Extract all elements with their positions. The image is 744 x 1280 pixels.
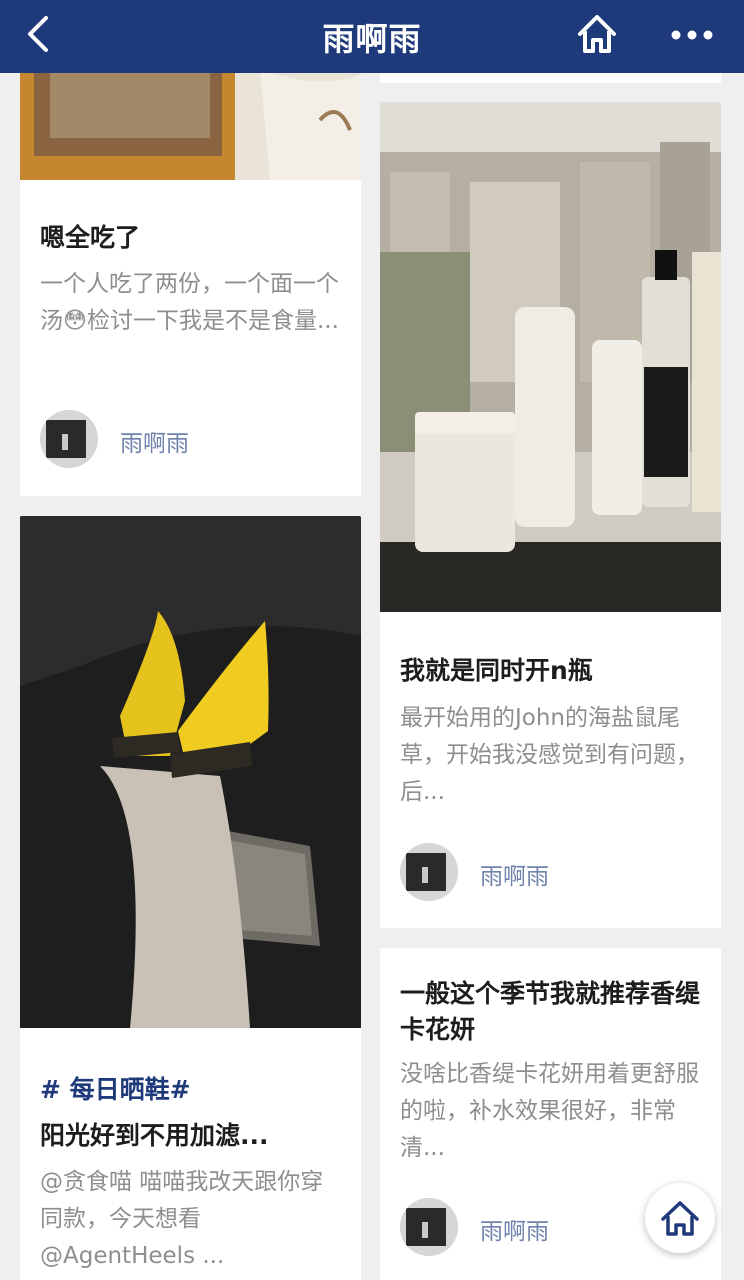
post-image[interactable] <box>380 102 721 612</box>
more-button[interactable] <box>668 20 716 50</box>
author-name: 雨啊雨 <box>120 431 189 457</box>
post-author[interactable]: 雨啊雨 <box>40 410 340 470</box>
post-card[interactable]: # 每日晒鞋# 阳光好到不用加滤... @贪食喵 喵喵我改天跟你穿同款，今天想看… <box>20 516 361 1280</box>
post-title: 阳光好到不用加滤... <box>40 1121 269 1150</box>
post-excerpt: 一个人吃了两份，一个面一个汤😳检讨一下我是不是食量... <box>40 271 339 334</box>
home-icon <box>661 1201 699 1236</box>
avatar[interactable] <box>40 410 98 468</box>
post-title: 嗯全吃了 <box>40 223 141 252</box>
post-title: 我就是同时开n瓶 <box>400 656 593 685</box>
author-name: 雨啊雨 <box>480 1219 549 1245</box>
page-title: 雨啊雨 <box>322 20 422 58</box>
home-icon <box>578 15 616 53</box>
post-excerpt: @贪食喵 喵喵我改天跟你穿同款，今天想看@AgentHeels ... <box>40 1169 324 1269</box>
top-nav-bar: 雨啊雨 <box>0 0 744 73</box>
post-card[interactable]: 我就是同时开n瓶 最开始用的John的海盐鼠尾草，开始我没感觉到有问题，后...… <box>380 102 721 928</box>
post-image[interactable] <box>20 516 361 1028</box>
avatar[interactable] <box>400 843 458 901</box>
avatar[interactable] <box>400 1198 458 1256</box>
post-card[interactable]: 嗯全吃了 一个人吃了两份，一个面一个汤😳检讨一下我是不是食量... 雨啊雨 <box>20 60 361 496</box>
author-name: 雨啊雨 <box>480 864 549 890</box>
post-author[interactable]: 雨啊雨 <box>400 843 700 903</box>
post-excerpt: 最开始用的John的海盐鼠尾草，开始我没感觉到有问题，后... <box>400 705 699 805</box>
home-button[interactable] <box>576 12 618 56</box>
more-dots-icon <box>671 30 713 40</box>
post-excerpt: 没啥比香缇卡花妍用着更舒服的啦，补水效果很好，非常清... <box>400 1061 699 1161</box>
post-image[interactable] <box>20 60 361 180</box>
post-title: 一般这个季节我就推荐香缇卡花妍 <box>400 979 701 1044</box>
topic-tag[interactable]: # 每日晒鞋# <box>40 1070 191 1106</box>
floating-home-button[interactable] <box>645 1183 715 1253</box>
